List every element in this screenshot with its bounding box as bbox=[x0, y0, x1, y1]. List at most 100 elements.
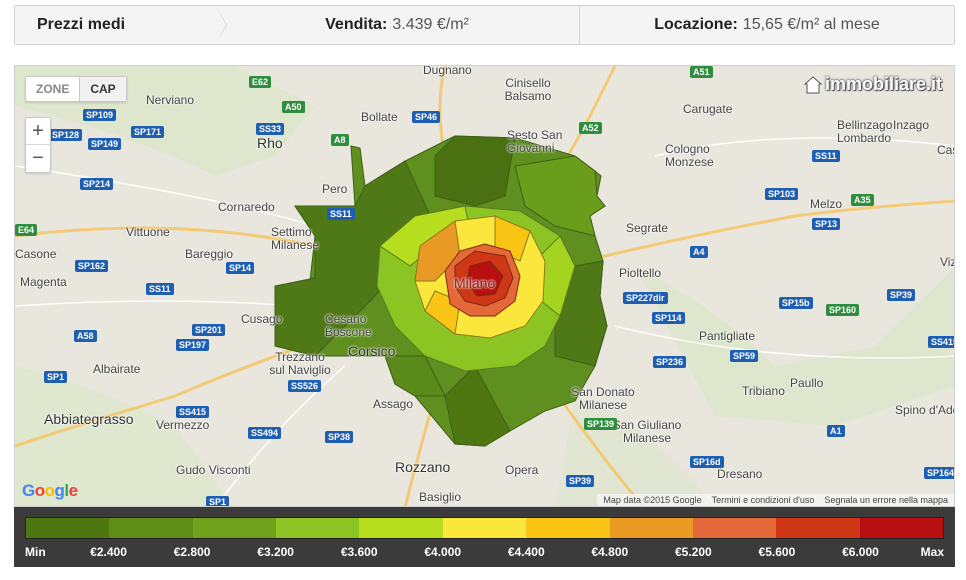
place-label: Bellinzago Lombardo bbox=[837, 118, 893, 145]
place-label: Cinisello Balsamo bbox=[504, 76, 552, 103]
legend-swatch bbox=[442, 518, 527, 538]
road-shield: SP236 bbox=[653, 356, 687, 368]
toggle-zone[interactable]: ZONE bbox=[26, 77, 81, 101]
legend-swatch bbox=[192, 518, 277, 538]
road-shield: SP46 bbox=[412, 111, 441, 123]
place-label: San Giuliano Milanese bbox=[612, 418, 682, 445]
place-label: Sesto San Giovanni bbox=[507, 128, 563, 155]
road-shield: SP149 bbox=[88, 138, 122, 150]
zoom-in-button[interactable]: + bbox=[26, 118, 50, 145]
legend-swatch bbox=[859, 518, 943, 538]
sale-price: Vendita: 3.439 €/m² bbox=[215, 6, 580, 44]
road-shield: A51 bbox=[690, 66, 713, 78]
place-label: San Donato Milanese bbox=[571, 385, 635, 412]
road-shield: SP59 bbox=[730, 350, 759, 362]
rent-price: Locazione: 15,65 €/m² al mese bbox=[580, 6, 954, 44]
place-label: Inzago bbox=[893, 118, 930, 132]
place-label: Cornaredo bbox=[218, 200, 275, 214]
road-shield: SP214 bbox=[80, 178, 114, 190]
place-label: Segrate bbox=[626, 221, 669, 235]
legend-label: €4.800 bbox=[591, 545, 629, 559]
legend-label: €3.600 bbox=[340, 545, 378, 559]
road-shield: A35 bbox=[851, 194, 874, 206]
legend-color-scale bbox=[25, 517, 944, 539]
place-label: Gudo Visconti bbox=[176, 463, 251, 477]
legend-swatch bbox=[526, 518, 610, 538]
place-label: Trezzano sul Naviglio bbox=[269, 350, 331, 377]
rent-label: Locazione: bbox=[654, 16, 738, 33]
place-label: Bareggio bbox=[185, 247, 234, 261]
legend-label: €5.200 bbox=[675, 545, 712, 559]
place-label: Casone bbox=[15, 247, 57, 261]
road-shield: SS415 bbox=[928, 336, 954, 348]
legend-swatch bbox=[26, 518, 110, 538]
zone-cap-toggle[interactable]: ZONE CAP bbox=[25, 76, 127, 102]
city-center-label: Milano bbox=[454, 275, 496, 291]
road-shield: SP39 bbox=[887, 289, 916, 301]
price-summary-bar: Prezzi medi Vendita: 3.439 €/m² Locazion… bbox=[14, 5, 955, 45]
place-label: Vermezzo bbox=[156, 418, 210, 432]
place-label: Rozzano bbox=[395, 459, 451, 475]
road-shield: SS11 bbox=[146, 283, 174, 295]
zoom-out-button[interactable]: − bbox=[26, 145, 50, 172]
road-shield: A52 bbox=[579, 122, 602, 134]
place-label: Dugnano bbox=[423, 65, 472, 77]
google-logo[interactable]: Google bbox=[22, 481, 78, 501]
legend-label: €6.000 bbox=[842, 545, 879, 559]
road-shield: A4 bbox=[690, 246, 708, 258]
place-label: Nerviano bbox=[146, 93, 195, 107]
road-shield: SP15b bbox=[779, 297, 813, 309]
legend-label: Min bbox=[25, 545, 46, 559]
place-label: Vizzolo bbox=[940, 255, 955, 269]
place-label: Vittuone bbox=[126, 225, 170, 239]
map-data-credit: Map data ©2015 Google bbox=[603, 495, 702, 505]
road-shield: SP114 bbox=[652, 312, 685, 324]
place-label: Paullo bbox=[790, 376, 824, 390]
zoom-control[interactable]: + − bbox=[25, 117, 51, 173]
sale-value: 3.439 €/m² bbox=[392, 16, 469, 33]
place-label: Corsico bbox=[348, 343, 396, 359]
legend-labels: Min €2.400 €2.800 €3.200 €3.600 €4.000 €4.400 €… bbox=[14, 545, 955, 561]
road-shield: A1 bbox=[827, 425, 845, 437]
road-shield: A8 bbox=[331, 134, 349, 146]
road-shield: SP201 bbox=[192, 324, 226, 336]
place-label: Spino d'Adda bbox=[895, 403, 954, 417]
place-label: Abbiategrasso bbox=[44, 411, 134, 427]
road-shield: SS33 bbox=[256, 123, 285, 135]
report-error-link[interactable]: Segnala un errore nella mappa bbox=[824, 495, 948, 505]
road-shield: A58 bbox=[74, 330, 97, 342]
rent-value: 15,65 €/m² al mese bbox=[742, 16, 880, 33]
price-heat-map[interactable]: Dugnano Cinisello Balsamo Nerviano Bolla… bbox=[14, 65, 955, 507]
legend-label: €4.400 bbox=[507, 545, 545, 559]
road-shield: SP14 bbox=[226, 262, 255, 274]
place-label: Tribiano bbox=[742, 384, 785, 398]
legend-label: Max bbox=[920, 545, 944, 559]
place-label: Cesano Boscone bbox=[325, 312, 372, 339]
place-label: Pioltello bbox=[619, 266, 662, 280]
place-label: Dresano bbox=[717, 467, 763, 481]
place-label: Pero bbox=[322, 182, 348, 196]
road-shield: SS415 bbox=[176, 406, 210, 418]
place-label: Opera bbox=[505, 463, 539, 477]
road-shield: SP128 bbox=[49, 129, 83, 141]
legend-label: €4.000 bbox=[424, 545, 462, 559]
place-label: Rho bbox=[257, 135, 283, 151]
road-shield: SP103 bbox=[765, 188, 799, 200]
toggle-cap[interactable]: CAP bbox=[80, 77, 126, 101]
road-shield: SP1 bbox=[206, 496, 230, 506]
map-attribution: Map data ©2015 Google Termini e condizio… bbox=[597, 494, 954, 506]
header-title: Prezzi medi bbox=[15, 5, 227, 45]
place-label: Bollate bbox=[361, 110, 398, 124]
logo-text: immobiliare.it bbox=[824, 74, 942, 94]
road-shield: SP171 bbox=[131, 126, 165, 138]
place-label: Melzo bbox=[810, 197, 843, 211]
place-label: Cas bbox=[937, 143, 954, 157]
immobiliare-logo[interactable]: immobiliare.it bbox=[803, 74, 942, 95]
legend-swatch bbox=[692, 518, 777, 538]
terms-link[interactable]: Termini e condizioni d'uso bbox=[712, 495, 815, 505]
road-shield: A50 bbox=[282, 101, 305, 113]
road-shield: E62 bbox=[249, 76, 272, 88]
legend-swatch bbox=[609, 518, 693, 538]
road-shield: SP13 bbox=[812, 218, 841, 230]
road-shield: SP139 bbox=[584, 418, 618, 430]
